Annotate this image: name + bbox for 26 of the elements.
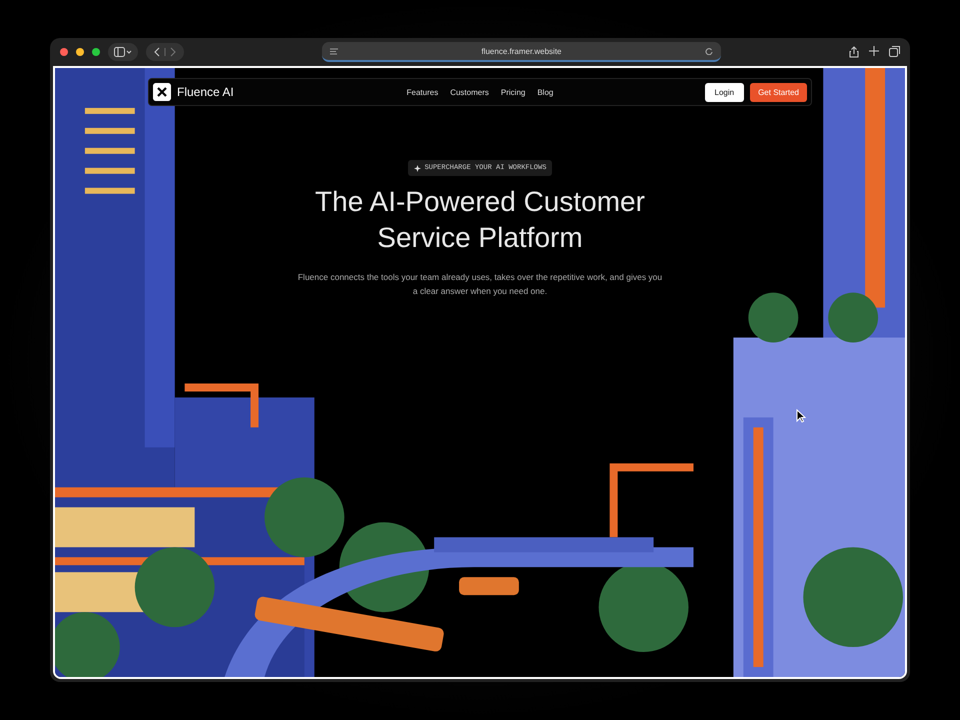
nav-link[interactable]: Pricing <box>500 88 526 96</box>
page-menu-icon[interactable] <box>330 48 338 54</box>
nav-link[interactable]: Customers <box>450 88 489 96</box>
maximize-window-button[interactable] <box>92 48 100 56</box>
tab-overview-icon[interactable] <box>889 46 900 57</box>
back-forward-buttons[interactable] <box>146 43 184 61</box>
logo-icon[interactable] <box>153 83 171 101</box>
cursor-icon <box>796 409 806 423</box>
reload-icon[interactable] <box>704 47 713 55</box>
login-button[interactable]: Login <box>704 82 744 102</box>
nav-link[interactable]: Features <box>406 88 438 96</box>
nav-link[interactable]: Blog <box>537 88 554 96</box>
share-icon[interactable] <box>849 46 859 58</box>
brand-name[interactable]: Fluence AI <box>177 85 234 99</box>
hero-title: The AI-Powered Customer <box>315 185 645 219</box>
new-tab-icon[interactable] <box>869 46 879 56</box>
hero-subtitle: Fluence connects the tools your team already uses, takes over the repetitive work, and gives you a clear answer when you need one. <box>296 271 664 298</box>
minimize-window-button[interactable] <box>76 48 84 56</box>
get-started-button[interactable]: Get Started <box>750 82 807 102</box>
address-bar[interactable]: fluence.framer.website <box>322 42 721 62</box>
chevrons-icon <box>152 47 178 57</box>
sparkle-icon <box>414 164 421 172</box>
sidebar-toggle-button[interactable] <box>108 43 138 61</box>
close-window-button[interactable] <box>60 48 68 56</box>
hero-title: Service Platform <box>376 221 584 255</box>
sidebar-icon <box>114 47 132 57</box>
